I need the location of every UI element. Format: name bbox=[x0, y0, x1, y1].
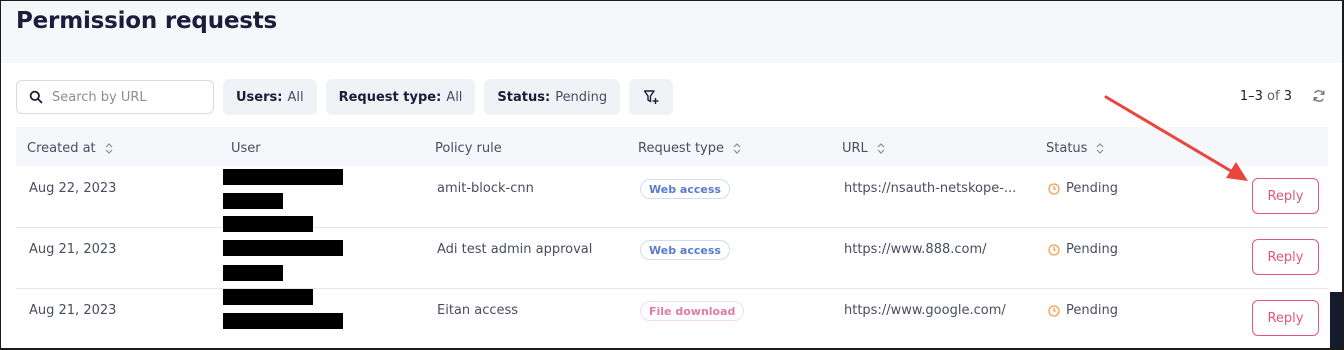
policy-rule-cell: Eitan access bbox=[437, 303, 519, 318]
filter-key: Status: bbox=[497, 89, 551, 105]
reply-button[interactable]: Reply bbox=[1252, 178, 1319, 214]
page-header: Permission requests bbox=[0, 0, 1344, 63]
column-created-at[interactable]: Created at bbox=[27, 141, 114, 156]
column-status[interactable]: Status bbox=[1046, 141, 1105, 156]
request-type-badge: File download bbox=[640, 301, 745, 321]
redacted-user bbox=[223, 313, 343, 329]
filter-toolbar: Users: All Request type: All Status: Pen… bbox=[16, 79, 682, 115]
created-at-cell: Aug 22, 2023 bbox=[29, 181, 117, 196]
page-title: Permission requests bbox=[16, 8, 278, 34]
sort-icon[interactable] bbox=[104, 142, 114, 155]
column-label: Created at bbox=[27, 141, 96, 156]
created-at-cell: Aug 21, 2023 bbox=[29, 242, 117, 257]
column-url[interactable]: URL bbox=[842, 141, 886, 156]
clock-icon bbox=[1048, 182, 1060, 195]
column-request-type[interactable]: Request type bbox=[638, 141, 742, 156]
add-filter-button[interactable] bbox=[629, 79, 674, 115]
redacted-user bbox=[223, 289, 313, 305]
users-filter[interactable]: Users: All bbox=[223, 79, 317, 115]
column-label: User bbox=[231, 141, 261, 156]
status-label: Pending bbox=[1066, 303, 1118, 318]
clock-icon bbox=[1048, 304, 1060, 317]
column-label: Policy rule bbox=[435, 141, 502, 156]
redacted-user bbox=[223, 216, 313, 232]
pagination-summary: 1–3 of 3 bbox=[1240, 89, 1292, 104]
column-label: Status bbox=[1046, 141, 1088, 156]
redacted-user bbox=[223, 240, 343, 256]
status-label: Pending bbox=[1066, 242, 1118, 257]
status-cell: Pending bbox=[1048, 303, 1118, 318]
search-box[interactable] bbox=[16, 80, 214, 114]
created-at-cell: Aug 21, 2023 bbox=[29, 303, 117, 318]
scroll-edge bbox=[1330, 292, 1342, 350]
table-row: Aug 22, 2023 amit-block-cnn Web access h… bbox=[16, 166, 1328, 228]
request-type-badge: Web access bbox=[640, 179, 730, 199]
sort-icon[interactable] bbox=[732, 142, 742, 155]
filter-plus-icon bbox=[643, 90, 659, 104]
url-cell: https://www.888.com/ bbox=[844, 242, 987, 257]
filter-key: Request type: bbox=[338, 89, 442, 105]
policy-rule-cell: Adi test admin approval bbox=[437, 242, 593, 257]
redacted-user bbox=[223, 169, 343, 185]
column-label: URL bbox=[842, 141, 868, 156]
url-cell: https://nsauth-netskope-... bbox=[844, 181, 1017, 196]
refresh-icon[interactable] bbox=[1312, 89, 1326, 103]
status-cell: Pending bbox=[1048, 242, 1118, 257]
request-type-filter[interactable]: Request type: All bbox=[325, 79, 476, 115]
status-cell: Pending bbox=[1048, 181, 1118, 196]
filter-value: Pending bbox=[555, 89, 608, 105]
filter-key: Users: bbox=[236, 89, 283, 105]
redacted-user bbox=[223, 193, 283, 209]
pagination-of: of bbox=[1267, 89, 1280, 104]
pagination-total: 3 bbox=[1283, 89, 1292, 104]
reply-button[interactable]: Reply bbox=[1252, 239, 1319, 275]
table-row: Aug 21, 2023 Adi test admin approval Web… bbox=[16, 227, 1328, 289]
column-user: User bbox=[231, 141, 261, 156]
policy-rule-cell: amit-block-cnn bbox=[437, 181, 534, 196]
table-row: Aug 21, 2023 Eitan access File download … bbox=[16, 288, 1328, 350]
table-header: Created at User Policy rule Request type… bbox=[16, 127, 1328, 166]
search-icon bbox=[29, 90, 43, 104]
sort-icon[interactable] bbox=[876, 142, 886, 155]
column-policy-rule: Policy rule bbox=[435, 141, 502, 156]
sort-icon[interactable] bbox=[1095, 142, 1105, 155]
request-type-badge: Web access bbox=[640, 240, 730, 260]
clock-icon bbox=[1048, 243, 1060, 256]
url-cell: https://www.google.com/ bbox=[844, 303, 1006, 318]
filter-value: All bbox=[446, 89, 463, 105]
search-input[interactable] bbox=[52, 89, 192, 105]
pagination-range: 1–3 bbox=[1239, 89, 1263, 104]
status-label: Pending bbox=[1066, 181, 1118, 196]
reply-button[interactable]: Reply bbox=[1252, 300, 1319, 336]
status-filter[interactable]: Status: Pending bbox=[484, 79, 621, 115]
column-label: Request type bbox=[638, 141, 724, 156]
redacted-user bbox=[223, 265, 283, 281]
filter-value: All bbox=[287, 89, 304, 105]
